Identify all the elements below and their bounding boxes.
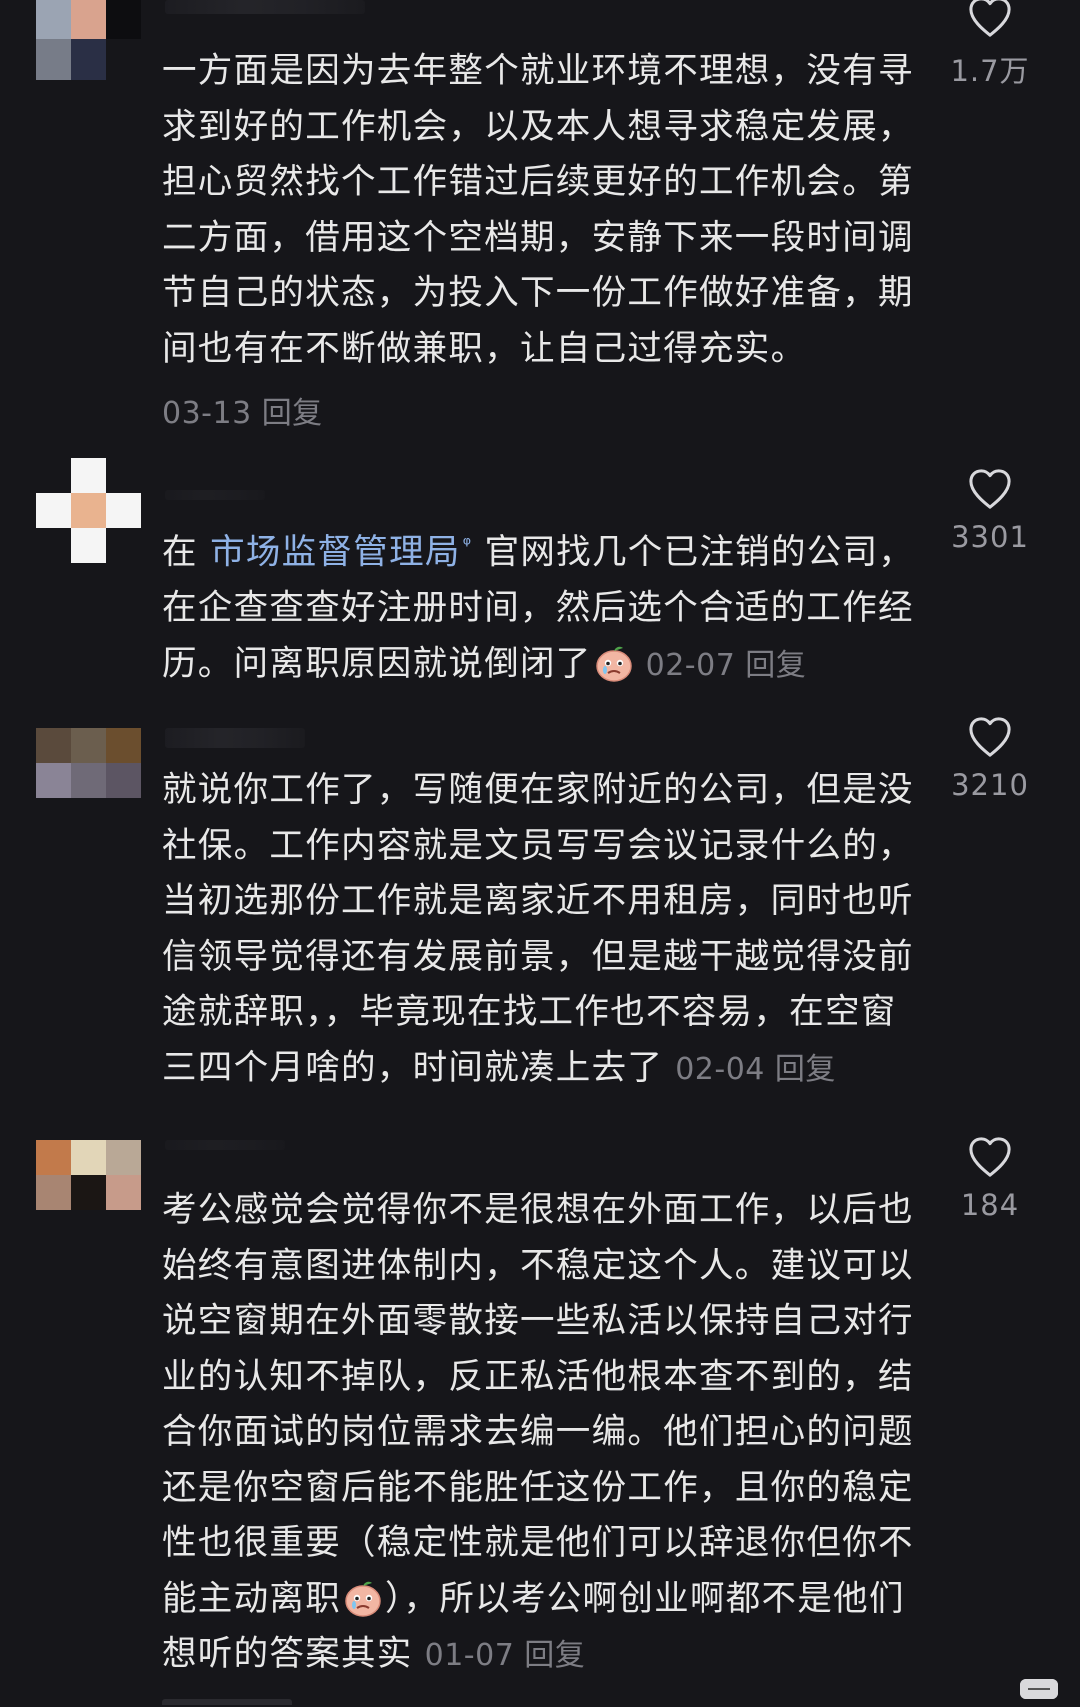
heart-outline-icon[interactable] (967, 1136, 1013, 1178)
crying-peach-emoji (343, 1578, 383, 1618)
comment-text: 一方面是因为去年整个就业环境不理想，没有寻求到好的工作机会，以及本人想寻求稳定发… (162, 51, 914, 369)
comment-date: 01-07 (424, 1638, 515, 1673)
crying-peach-emoji (594, 643, 634, 683)
like-button[interactable]: 3210 (930, 716, 1050, 802)
avatar[interactable] (36, 458, 141, 563)
username-blurred[interactable] (165, 0, 365, 14)
like-button[interactable]: 1.7万 (930, 0, 1050, 90)
comment-date: 02-04 (675, 1051, 765, 1087)
avatar[interactable] (36, 0, 141, 80)
reply-button[interactable]: 回复 (524, 1638, 585, 1673)
comment-date: 02-07 (645, 647, 736, 683)
heart-outline-icon[interactable] (967, 468, 1013, 510)
like-count: 184 (960, 1188, 1020, 1222)
like-count: 3301 (951, 520, 1029, 554)
xiaohongshu-logo-icon (1020, 1679, 1058, 1699)
avatar[interactable] (36, 1140, 141, 1210)
reply-button[interactable]: 回复 (745, 648, 806, 683)
search-icon[interactable]: ᵠ (463, 532, 473, 556)
next-comment-avatar-edge (162, 1699, 292, 1705)
like-count: 1.7万 (950, 54, 1030, 88)
heart-outline-icon[interactable] (967, 716, 1013, 758)
username-blurred[interactable] (165, 1140, 285, 1150)
comment-date: 03-13 (162, 396, 252, 431)
comment-text: 在 市场监督管理局 ᵠ 官网找几个已注销的公司，在企查查查好注册时间，然后选个合适… (162, 532, 915, 684)
username-blurred[interactable] (165, 490, 265, 500)
username-blurred[interactable] (165, 728, 305, 748)
comment-meta: 03-13 回复 (162, 388, 323, 432)
like-count: 3210 (951, 768, 1029, 802)
comment-text: 就说你工作了，写随便在家附近的公司，但是没社保。工作内容就是文员写写会议记录什么… (162, 770, 914, 1088)
comment-text: 考公感觉会觉得你不是很想在外面工作，以后也始终有意图进体制内，不稳定这个人。建议… (162, 1190, 914, 1674)
heart-outline-icon[interactable] (967, 0, 1013, 38)
avatar[interactable] (36, 728, 141, 798)
watermark-logo (1020, 1679, 1058, 1699)
like-button[interactable]: 184 (930, 1136, 1050, 1222)
like-button[interactable]: 3301 (930, 468, 1050, 554)
search-link[interactable]: 市场监督管理局 (210, 533, 461, 573)
reply-button[interactable]: 回复 (262, 396, 323, 431)
reply-button[interactable]: 回复 (775, 1052, 836, 1087)
